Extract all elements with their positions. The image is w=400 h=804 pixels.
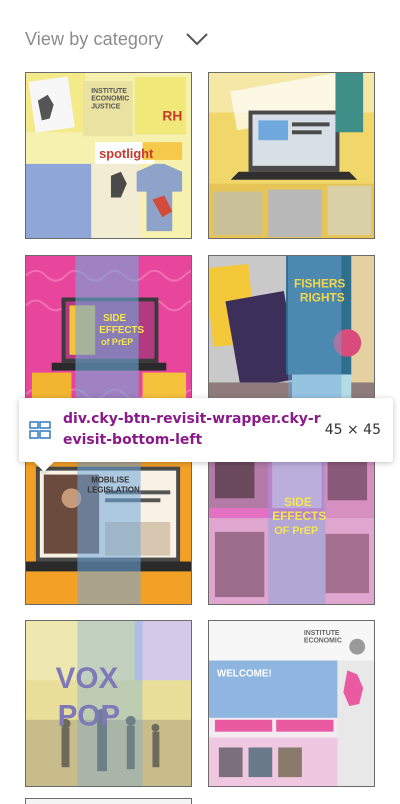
tile-7-labels: VOX POP bbox=[56, 662, 121, 733]
tile-6-text-3: OF PrEP bbox=[274, 525, 318, 537]
tile-6-text-1: SIDE bbox=[284, 495, 312, 509]
gallery-tile-9[interactable] bbox=[25, 798, 192, 804]
view-by-category-label: View by category bbox=[25, 28, 164, 49]
tile-3-text-1: SIDE bbox=[103, 313, 126, 324]
tile-3-text-3: of PrEP bbox=[101, 337, 133, 347]
tile-6-labels: SIDE EFFECTS OF PrEP bbox=[272, 495, 326, 537]
tile-1-labels: INSTITUTE ECONOMIC JUSTICE spotlight RH bbox=[91, 88, 182, 161]
view-by-category-dropdown[interactable]: View by category bbox=[25, 24, 209, 54]
tile-3-text-2: EFFECTS bbox=[99, 325, 144, 336]
gallery-tile-8[interactable]: INSTITUTE ECONOMIC WELCOME! bbox=[208, 620, 375, 787]
tile-5-text-2: LEGISLATION bbox=[87, 485, 140, 494]
tile-2-image bbox=[209, 73, 374, 238]
tile-7-text-2: POP bbox=[58, 700, 121, 733]
gallery-tile-6[interactable]: SIDE EFFECTS OF PrEP bbox=[208, 438, 375, 605]
inspector-tooltip: div.cky-btn-revisit-wrapper.cky-revisit-… bbox=[19, 398, 393, 462]
tile-5-text-1: MOBILISE bbox=[91, 475, 129, 484]
tile-1-text-2: ECONOMIC bbox=[91, 96, 129, 103]
gallery-tile-7[interactable]: VOX POP bbox=[25, 620, 192, 787]
gallery-tile-2[interactable] bbox=[208, 72, 375, 239]
inspector-selector: div.cky-btn-revisit-wrapper.cky-revisit-… bbox=[63, 411, 321, 448]
tile-1-text-3: JUSTICE bbox=[91, 104, 121, 111]
tile-4-text-2: RIGHTS bbox=[300, 290, 345, 304]
tile-4-text-1: FISHERS bbox=[294, 277, 345, 291]
inspector-dimensions: 45 × 45 bbox=[324, 422, 381, 438]
tile-1-text-5: RH bbox=[162, 107, 182, 123]
tile-3-labels: SIDE EFFECTS of PrEP bbox=[99, 313, 144, 347]
grid-layout-icon bbox=[29, 421, 51, 439]
gallery-tile-4[interactable]: FISHERS RIGHTS bbox=[208, 255, 375, 422]
tile-1-text-4: spotlight bbox=[99, 146, 154, 161]
tile-1-text-1: INSTITUTE bbox=[91, 88, 127, 95]
tile-4-labels: FISHERS RIGHTS bbox=[294, 277, 345, 305]
tile-8-text-3: WELCOME! bbox=[217, 668, 272, 679]
tile-8-labels: INSTITUTE ECONOMIC WELCOME! bbox=[217, 630, 342, 679]
chevron-down-icon bbox=[186, 33, 209, 46]
tile-6-text-2: EFFECTS bbox=[272, 509, 326, 523]
gallery-tile-3[interactable]: SIDE EFFECTS of PrEP bbox=[25, 255, 192, 422]
tile-7-text-1: VOX bbox=[56, 662, 119, 695]
tile-8-text-2: ECONOMIC bbox=[304, 638, 342, 645]
gallery-tile-1[interactable]: INSTITUTE ECONOMIC JUSTICE spotlight RH bbox=[25, 72, 192, 239]
tile-8-text-1: INSTITUTE bbox=[304, 630, 340, 637]
